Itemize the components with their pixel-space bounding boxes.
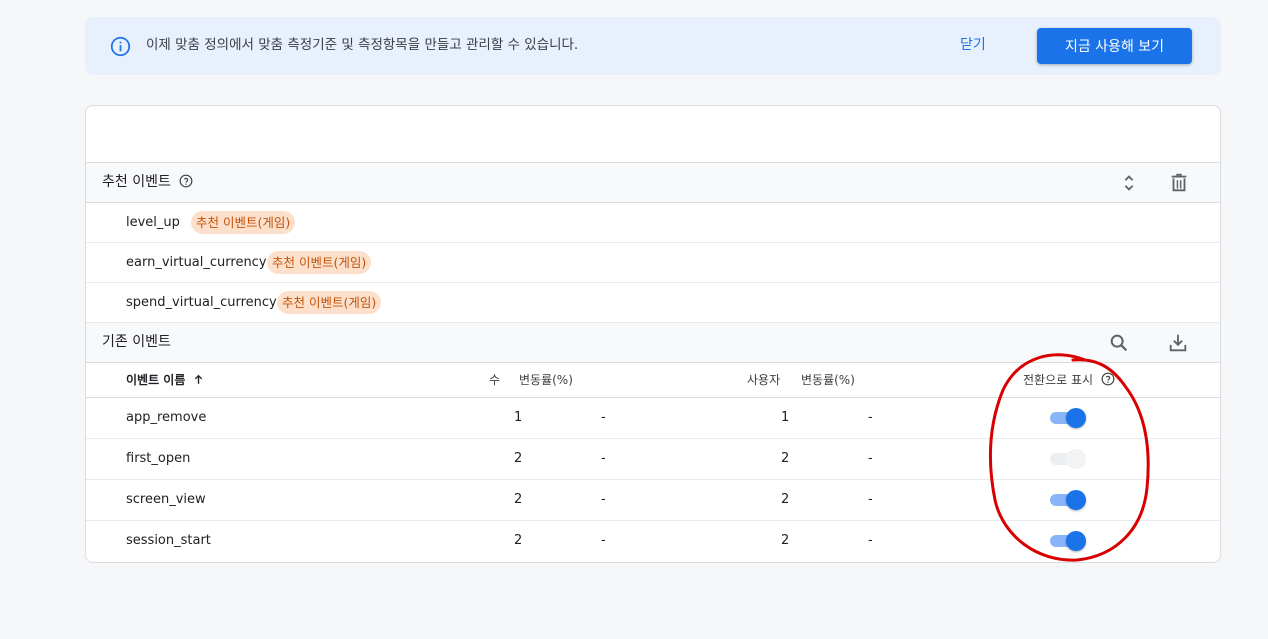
recommended-chip: 추천 이벤트(게임) xyxy=(277,291,382,314)
count-change: - xyxy=(601,451,606,466)
user-count: 1 xyxy=(781,410,790,425)
users-change: - xyxy=(868,492,873,507)
event-name: app_remove xyxy=(126,410,207,425)
dismiss-button[interactable]: 닫기 xyxy=(960,17,986,73)
table-body: app_remove 1 - 1 - first_open 2 - 2 - sc… xyxy=(86,398,1220,562)
count-change: - xyxy=(601,492,606,507)
event-name: first_open xyxy=(126,451,191,466)
search-icon[interactable] xyxy=(1108,332,1130,354)
expand-collapse-icon[interactable] xyxy=(1118,172,1140,194)
conversion-toggle[interactable] xyxy=(1050,449,1086,469)
list-item[interactable]: level_up 추천 이벤트(게임) xyxy=(86,203,1220,243)
table-header: 이벤트 이름 수 변동률(%) 사용자 변동률(%) 전환으로 표시 xyxy=(86,363,1220,398)
event-name: level_up xyxy=(126,215,180,230)
banner-message: 이제 맞춤 정의에서 맞춤 측정기준 및 측정항목을 만들고 관리할 수 있습니… xyxy=(146,37,579,53)
arrow-up-icon xyxy=(194,374,202,384)
user-count: 2 xyxy=(781,451,790,466)
table-row: app_remove 1 - 1 - xyxy=(86,398,1220,439)
table-row: first_open 2 - 2 - xyxy=(86,439,1220,480)
list-item[interactable]: spend_virtual_currency 추천 이벤트(게임) xyxy=(86,283,1220,323)
recommended-chip: 추천 이벤트(게임) xyxy=(267,251,372,274)
events-card: 추천 이벤트 level_up 추천 이벤트(게임) earn_virtual_… xyxy=(85,105,1221,563)
count-change: - xyxy=(601,410,606,425)
existing-events-header: 기존 이벤트 xyxy=(86,323,1220,363)
event-count: 1 xyxy=(514,410,523,425)
column-count-change[interactable]: 변동률(%) xyxy=(519,363,573,397)
users-change: - xyxy=(868,410,873,425)
event-name: earn_virtual_currency xyxy=(126,255,267,270)
delete-icon[interactable] xyxy=(1168,172,1190,194)
conversion-toggle[interactable] xyxy=(1050,408,1086,428)
event-name: session_start xyxy=(126,533,211,548)
download-icon[interactable] xyxy=(1167,332,1189,354)
recommended-events-title: 추천 이벤트 xyxy=(102,174,171,190)
column-conversion: 전환으로 표시 xyxy=(1023,363,1115,397)
existing-events-title: 기존 이벤트 xyxy=(102,334,171,350)
column-count[interactable]: 수 xyxy=(489,363,500,397)
info-icon xyxy=(110,36,131,57)
users-change: - xyxy=(868,533,873,548)
users-change: - xyxy=(868,451,873,466)
conversion-toggle[interactable] xyxy=(1050,490,1086,510)
recommended-events-header: 추천 이벤트 xyxy=(86,163,1220,203)
recommended-chip: 추천 이벤트(게임) xyxy=(191,211,296,234)
column-event-name[interactable]: 이벤트 이름 xyxy=(126,363,205,397)
info-banner: 이제 맞춤 정의에서 맞춤 측정기준 및 측정항목을 만들고 관리할 수 있습니… xyxy=(85,17,1221,75)
event-count: 2 xyxy=(514,492,523,507)
table-row: session_start 2 - 2 - xyxy=(86,521,1220,562)
user-count: 2 xyxy=(781,492,790,507)
column-users-change[interactable]: 변동률(%) xyxy=(801,363,855,397)
list-item[interactable]: earn_virtual_currency 추천 이벤트(게임) xyxy=(86,243,1220,283)
event-name: spend_virtual_currency xyxy=(126,295,277,310)
event-count: 2 xyxy=(514,451,523,466)
help-icon[interactable] xyxy=(1101,372,1115,386)
event-count: 2 xyxy=(514,533,523,548)
conversion-toggle[interactable] xyxy=(1050,531,1086,551)
card-header-area xyxy=(86,106,1220,163)
user-count: 2 xyxy=(781,533,790,548)
count-change: - xyxy=(601,533,606,548)
help-icon[interactable] xyxy=(179,174,193,188)
table-row: screen_view 2 - 2 - xyxy=(86,480,1220,521)
event-name: screen_view xyxy=(126,492,206,507)
column-users[interactable]: 사용자 xyxy=(747,363,780,397)
try-now-button[interactable]: 지금 사용해 보기 xyxy=(1037,28,1192,64)
